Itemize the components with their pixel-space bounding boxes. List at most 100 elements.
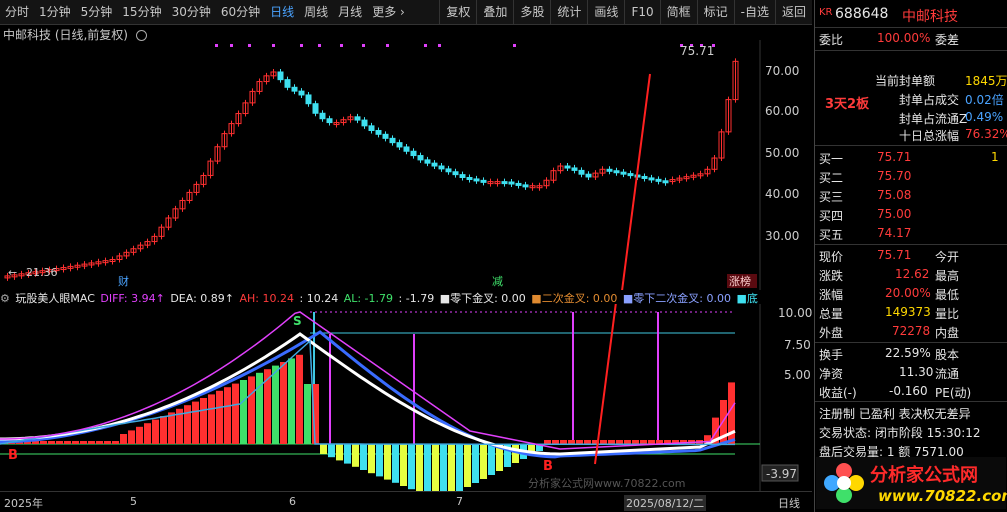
indicator-name[interactable]: 玩股美人眼MAC [15, 292, 95, 304]
period-week[interactable]: 周线 [299, 0, 333, 24]
histogram-bar [184, 405, 191, 444]
date-year: 2025年 [4, 497, 43, 510]
indicator-chart[interactable]: S B B 分析家公式网www.70822.com 10.00 7.50 5.0… [0, 304, 812, 491]
candle [585, 173, 592, 178]
period-day[interactable]: 日线 [265, 0, 299, 24]
buy-signal-label-2: B [543, 459, 553, 474]
histogram-bar [208, 394, 215, 444]
draw-line-button[interactable]: 画线 [587, 0, 624, 24]
indicator-settings-icon[interactable]: ⚙ [0, 292, 10, 304]
signal-dot [362, 44, 365, 47]
indicator-second-cross: ■二次金叉: 0.00 [531, 292, 618, 304]
period-30min[interactable]: 30分钟 [167, 0, 216, 24]
histogram-bar [200, 398, 207, 444]
rank-badge[interactable]: 涨榜 [729, 274, 751, 288]
stat-row-4: 十日总涨幅 76.32% [815, 125, 1007, 144]
bid-row-2[interactable]: 买二 75.70 [815, 167, 1007, 186]
date-may: 5 [130, 495, 137, 508]
histogram-bar [64, 441, 71, 444]
candle [564, 165, 571, 169]
price-tick-60: 60.00 [765, 104, 799, 118]
period-more[interactable]: 更多 › [367, 0, 410, 24]
histogram-bar [80, 441, 87, 444]
bid-row-3[interactable]: 买三 75.08 [815, 186, 1007, 205]
equity-label: 股本 [935, 348, 960, 362]
high-label: 最高 [935, 269, 960, 283]
vol-value: 149373 [885, 305, 931, 319]
indicator-ah-value: : 10.24 [299, 292, 339, 304]
candle [431, 162, 438, 167]
period-5min[interactable]: 5分钟 [76, 0, 118, 24]
change-value: 12.62 [895, 267, 930, 281]
histogram-bar [400, 444, 407, 486]
tags-row: 注册制 已盈利 表决权无差异 [815, 403, 1007, 422]
candle [473, 178, 480, 182]
signal-dot [300, 44, 303, 47]
candle [326, 118, 333, 124]
histogram-bar [72, 441, 79, 444]
histogram-bar [272, 365, 279, 444]
stats-button[interactable]: 统计 [550, 0, 587, 24]
histogram-bar [104, 441, 111, 444]
histogram-bar [600, 440, 607, 444]
histogram-bar [232, 383, 239, 444]
cursor-date: 2025/08/12/二 [624, 495, 707, 511]
vol-ratio-label: 量比 [935, 307, 960, 321]
dea-curve [0, 330, 736, 459]
bid-label-1: 买一 [819, 152, 844, 166]
candle [305, 94, 312, 105]
event-financial-label[interactable]: 财 [118, 274, 129, 288]
candlestick-chart[interactable]: 70.00 60.00 50.00 40.00 30.00 75.71 21.3… [0, 40, 812, 290]
bid-row-4[interactable]: 买四 75.00 [815, 205, 1007, 224]
histogram-bar [152, 419, 159, 444]
histogram-bar [448, 444, 455, 491]
simple-frame-button[interactable]: 简框 [659, 0, 697, 24]
period-fenshi[interactable]: 分时 [0, 0, 34, 24]
indicator-al-value: : -1.79 [398, 292, 435, 304]
candle [312, 103, 319, 114]
bid-label-3: 买三 [819, 190, 844, 204]
candle [452, 171, 459, 176]
period-15min[interactable]: 15分钟 [117, 0, 166, 24]
histogram-bar [424, 444, 431, 491]
watchlist-button[interactable]: -自选 [733, 0, 775, 24]
back-button[interactable]: 返回 [774, 0, 812, 24]
candle [662, 180, 669, 184]
mark-button[interactable]: 标记 [696, 0, 734, 24]
f10-button[interactable]: F10 [624, 0, 659, 24]
date-jun: 6 [289, 495, 296, 508]
turnover-value: 22.59% [885, 346, 931, 360]
bid-price-2: 75.70 [877, 169, 912, 183]
bid-row-1[interactable]: 买一 75.71 1 [815, 148, 1007, 167]
histogram-bar [640, 440, 647, 444]
histogram-bar [392, 444, 399, 483]
histogram-bar [96, 441, 103, 444]
histogram-bar [264, 369, 271, 444]
histogram-bar [88, 441, 95, 444]
stat-label-1: 当前封单额 [875, 74, 936, 88]
event-reduce-label[interactable]: 减 [492, 275, 503, 288]
histogram-bar [432, 444, 439, 491]
histogram-bar [416, 444, 423, 491]
signal-dot [424, 44, 427, 47]
candle [620, 171, 627, 175]
candle [571, 167, 578, 171]
signal-dot [340, 44, 343, 47]
indicator-ah: AH: 10.24 [239, 292, 295, 304]
histogram-bar [624, 440, 631, 444]
multi-stock-button[interactable]: 多股 [513, 0, 550, 24]
candle [627, 173, 634, 177]
weibi-label: 委比 [819, 33, 844, 47]
candle [410, 150, 417, 157]
bid-row-5[interactable]: 买五 74.17 [815, 224, 1007, 243]
period-1min[interactable]: 1分钟 [34, 0, 76, 24]
stock-header: KR 688648 中邮科技 [815, 5, 1007, 25]
overlay-button[interactable]: 叠加 [476, 0, 513, 24]
candle [459, 174, 466, 179]
period-60min[interactable]: 60分钟 [216, 0, 265, 24]
stock-name: 中邮科技 [902, 9, 958, 25]
candle [466, 177, 473, 180]
bid-price-1: 75.71 [877, 150, 912, 164]
adjust-button[interactable]: 复权 [439, 0, 476, 24]
period-month[interactable]: 月线 [333, 0, 367, 24]
